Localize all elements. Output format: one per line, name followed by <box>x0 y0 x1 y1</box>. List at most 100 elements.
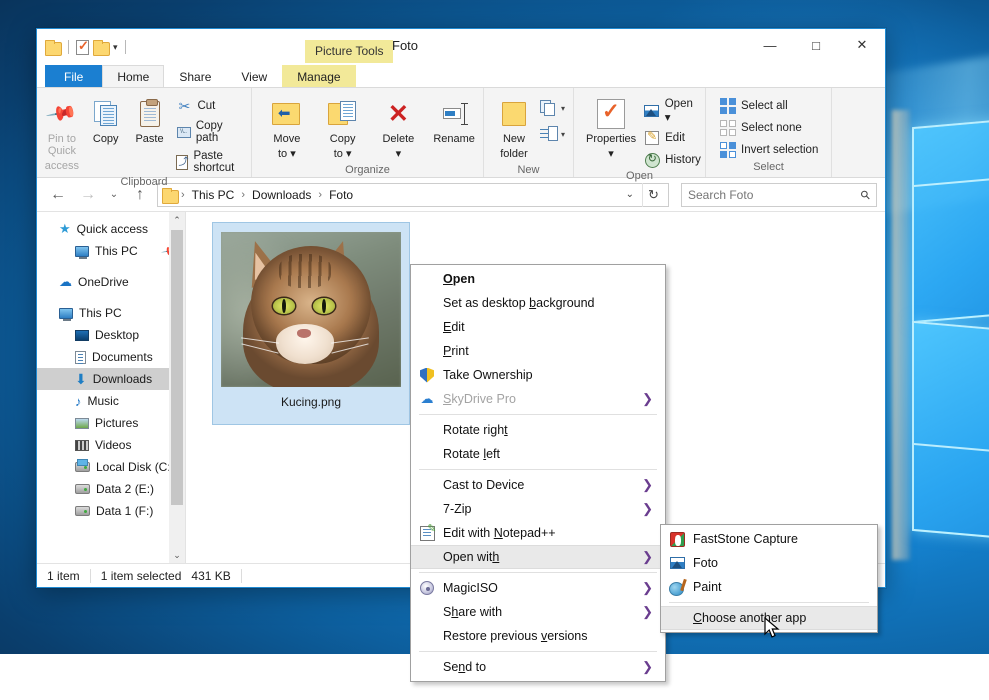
menu-item-7-zip[interactable]: 7-Zip ❯ <box>411 497 665 521</box>
this-pc-monitor-icon <box>59 307 73 321</box>
menu-separator-4 <box>419 651 657 652</box>
new-item-caret-icon[interactable]: ▾ <box>561 104 565 113</box>
menu-label: Restore previous versions <box>443 629 588 643</box>
invert-selection-button[interactable]: Invert selection <box>716 140 822 160</box>
tab-home[interactable]: Home <box>102 65 165 88</box>
sidebar-item-desktop[interactable]: Desktop <box>37 324 185 346</box>
breadcrumb-item-foto[interactable]: Foto <box>325 187 357 203</box>
pin-to-quick-access-button[interactable]: 📌 Pin to Quick access <box>41 94 83 176</box>
new-folder-icon[interactable] <box>45 40 62 56</box>
file-item-kucing[interactable]: Kucing.png <box>212 222 410 425</box>
ribbon: 📌 Pin to Quick access Copy Paste ✂ Cut \… <box>37 88 885 189</box>
cut-button[interactable]: ✂ Cut <box>172 96 247 116</box>
submenu-item-foto[interactable]: Foto <box>661 551 877 575</box>
sidebar-item-videos[interactable]: Videos <box>37 434 185 456</box>
copy-to-label-1: Copy <box>329 133 356 145</box>
copy-button[interactable]: Copy <box>85 94 127 149</box>
sidebar-item-data-2-e[interactable]: Data 2 (E:) <box>37 478 185 500</box>
delete-button[interactable]: ✕ Delete ▾ <box>374 94 424 164</box>
breadcrumb-folder-icon[interactable] <box>162 187 179 204</box>
sidebar-item-onedrive[interactable]: ☁ OneDrive <box>37 271 185 293</box>
menu-item-edit[interactable]: Edit <box>411 315 665 339</box>
sidebar-item-downloads[interactable]: ⬇ Downloads <box>37 368 185 390</box>
navigation-scrollbar[interactable]: ⌃ ⌄ <box>169 212 185 563</box>
select-all-label: Select all <box>741 100 788 112</box>
sidebar-item-this-pc-pinned[interactable]: This PC 📌 <box>37 240 185 262</box>
maximize-button[interactable]: □ <box>793 29 839 61</box>
menu-item-restore-previous-versions[interactable]: Restore previous versions <box>411 624 665 648</box>
folder-icon[interactable] <box>93 40 110 56</box>
ribbon-group-organize: ⬅ Move to ▾ Copy to ▾ ✕ Delete ▾ Rename <box>251 88 483 177</box>
history-button[interactable]: History <box>640 150 705 170</box>
sidebar-item-local-disk-c[interactable]: Local Disk (C:) <box>37 456 185 478</box>
properties-button[interactable]: Properties ▾ <box>584 94 638 164</box>
tab-file[interactable]: File <box>45 65 103 88</box>
menu-item-magiciso[interactable]: MagicISO ❯ <box>411 576 665 600</box>
menu-item-cast-to-device[interactable]: Cast to Device ❯ <box>411 473 665 497</box>
edit-button[interactable]: Edit <box>640 128 705 148</box>
new-folder-button[interactable]: New folder <box>494 94 534 164</box>
paste-shortcut-button[interactable]: Paste shortcut <box>172 148 247 176</box>
quick-access-toolbar[interactable]: ▾ <box>45 35 129 59</box>
minimize-button[interactable]: — <box>747 29 793 61</box>
context-menu[interactable]: Open Set as desktop background Edit Prin… <box>410 264 666 682</box>
customize-qat-caret-icon[interactable]: ▾ <box>113 42 118 52</box>
close-button[interactable]: ✕ <box>839 29 885 61</box>
menu-item-rotate-right[interactable]: Rotate right <box>411 418 665 442</box>
copy-to-button[interactable]: Copy to ▾ <box>318 94 368 164</box>
ribbon-group-clipboard: 📌 Pin to Quick access Copy Paste ✂ Cut \… <box>37 88 251 189</box>
copy-path-button[interactable]: \\.. Copy path <box>172 118 247 146</box>
scroll-down-icon[interactable]: ⌄ <box>169 547 185 563</box>
sidebar-item-music[interactable]: ♪ Music <box>37 390 185 412</box>
sidebar-item-pictures[interactable]: Pictures <box>37 412 185 434</box>
menu-label: Rotate right <box>443 423 508 437</box>
sidebar-item-this-pc[interactable]: This PC <box>37 302 185 324</box>
history-label: History <box>665 154 701 166</box>
menu-item-send-to[interactable]: Send to ❯ <box>411 655 665 679</box>
submenu-item-faststone-capture[interactable]: FastStone Capture <box>661 527 877 551</box>
select-all-button[interactable]: Select all <box>716 96 822 116</box>
paste-button[interactable]: Paste <box>129 94 171 149</box>
move-to-button[interactable]: ⬅ Move to ▾ <box>262 94 312 164</box>
group-label-open: Open <box>626 170 653 182</box>
tab-view[interactable]: View <box>226 65 282 88</box>
scrollbar-thumb[interactable] <box>171 230 183 505</box>
menu-label: Set as desktop background <box>443 296 595 310</box>
search-icon[interactable]: ⚲ <box>858 186 874 202</box>
search-input[interactable]: Search Foto ⚲ <box>681 182 877 207</box>
menu-item-open[interactable]: Open <box>411 267 665 291</box>
breadcrumb-sep-2[interactable]: › <box>317 189 323 201</box>
menu-item-open-with[interactable]: Open with ❯ <box>411 545 665 569</box>
sidebar-item-data-1-f[interactable]: Data 1 (F:) <box>37 500 185 522</box>
paste-shortcut-icon <box>176 153 189 170</box>
select-none-label: Select none <box>741 122 802 134</box>
chevron-down-icon[interactable]: ⌄ <box>620 189 640 200</box>
sidebar-label: Quick access <box>76 222 149 236</box>
new-item-button[interactable]: ▾ <box>536 98 569 118</box>
local-disk-icon <box>75 459 90 472</box>
sidebar-item-documents[interactable]: Documents <box>37 346 185 368</box>
sidebar-label: This PC <box>79 306 122 320</box>
properties-icon[interactable] <box>76 38 89 55</box>
menu-item-take-ownership[interactable]: Take Ownership <box>411 363 665 387</box>
sidebar-item-quick-access[interactable]: ★ Quick access <box>37 218 185 240</box>
menu-item-rotate-left[interactable]: Rotate left <box>411 442 665 466</box>
scroll-up-icon[interactable]: ⌃ <box>169 212 185 228</box>
menu-item-share-with[interactable]: Share with ❯ <box>411 600 665 624</box>
refresh-icon[interactable]: ↻ <box>642 182 664 207</box>
open-button[interactable]: Open ▾ <box>640 96 705 126</box>
submenu-item-paint[interactable]: Paint <box>661 575 877 599</box>
easy-access-caret-icon[interactable]: ▾ <box>561 130 565 139</box>
select-none-button[interactable]: Select none <box>716 118 822 138</box>
easy-access-button[interactable]: ▾ <box>536 124 569 144</box>
breadcrumb-item-downloads[interactable]: Downloads <box>248 187 315 203</box>
rename-button[interactable]: Rename <box>429 94 479 149</box>
menu-separator-3 <box>419 572 657 573</box>
tab-manage[interactable]: Manage <box>282 65 356 88</box>
menu-item-set-as-desktop-background[interactable]: Set as desktop background <box>411 291 665 315</box>
menu-item-print[interactable]: Print <box>411 339 665 363</box>
tab-share[interactable]: Share <box>164 65 226 88</box>
status-divider-2 <box>240 568 242 583</box>
menu-item-edit-with-notepadpp[interactable]: Edit with Notepad++ <box>411 521 665 545</box>
paste-icon <box>139 98 160 130</box>
